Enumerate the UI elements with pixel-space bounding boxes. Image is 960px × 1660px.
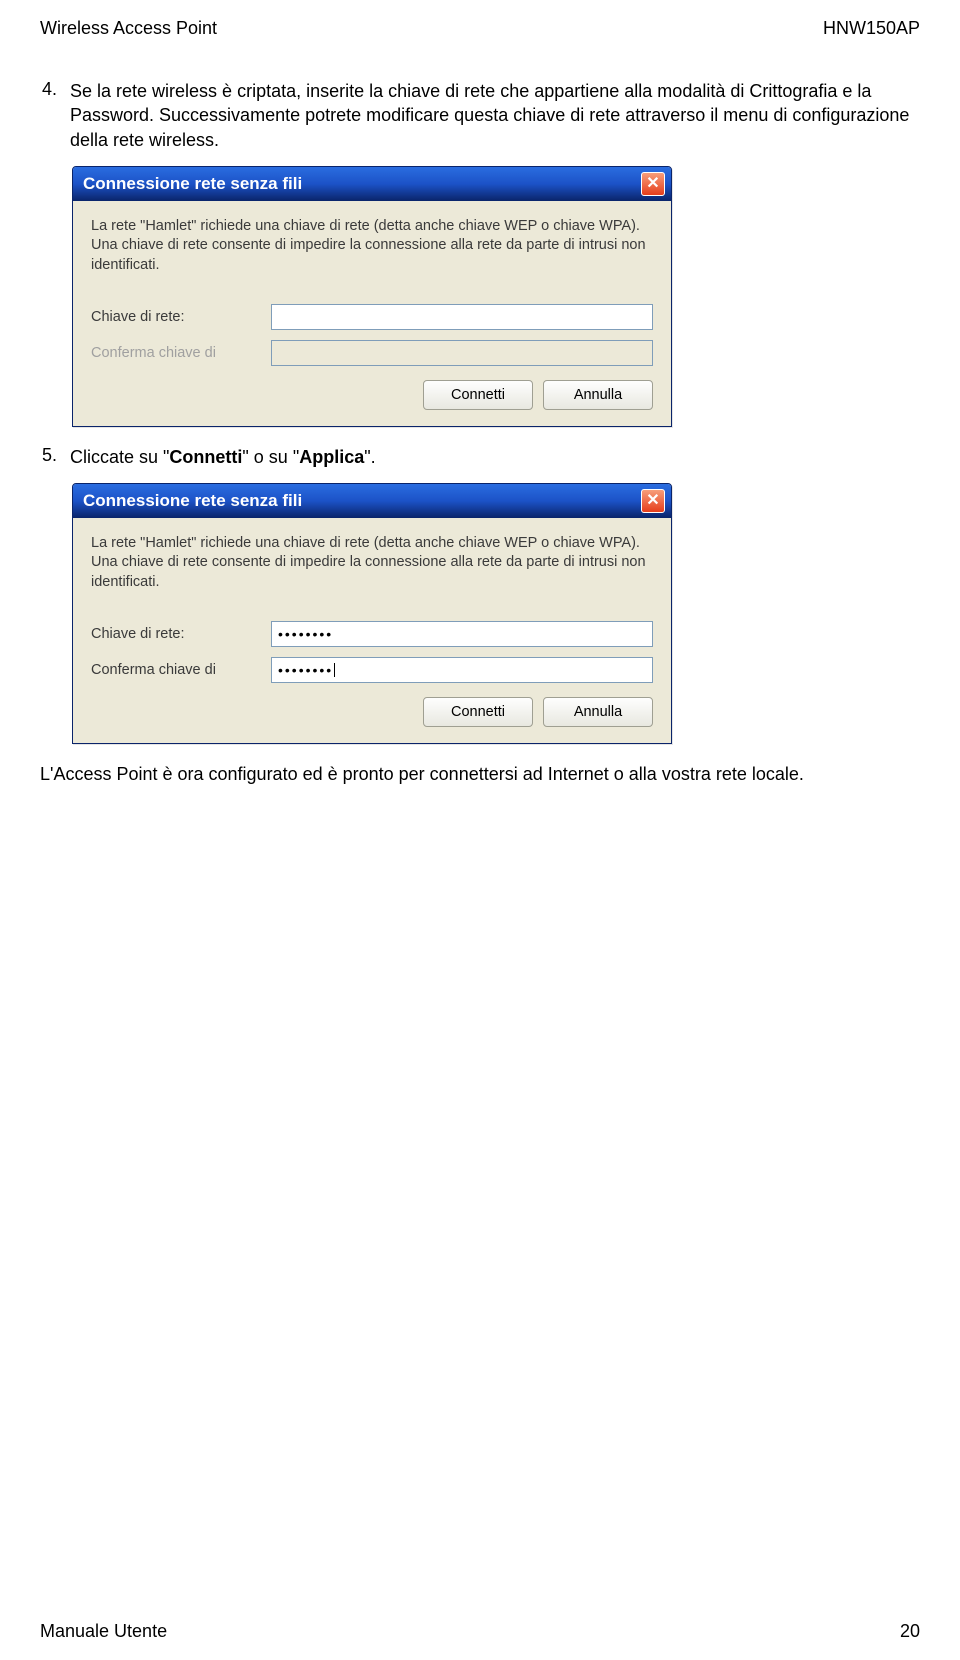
dialog-title: Connessione rete senza fili [83, 174, 302, 194]
close-button[interactable]: ✕ [641, 489, 665, 513]
step-5-number: 5. [40, 445, 70, 469]
footer-left: Manuale Utente [40, 1621, 167, 1642]
key-input[interactable] [271, 304, 653, 330]
confirm-key-input[interactable]: •••••••• [271, 657, 653, 683]
dialog-explanation: La rete "Hamlet" richiede una chiave di … [91, 217, 653, 276]
dialog-connect-filled: Connessione rete senza fili ✕ La rete "H… [72, 483, 672, 744]
close-button[interactable]: ✕ [641, 172, 665, 196]
dialog-connect-empty: Connessione rete senza fili ✕ La rete "H… [72, 166, 672, 427]
step-4: 4. Se la rete wireless è criptata, inser… [40, 79, 920, 152]
step-4-text: Se la rete wireless è criptata, inserite… [70, 79, 920, 152]
dialog-titlebar: Connessione rete senza fili ✕ [73, 167, 671, 201]
close-icon: ✕ [646, 493, 659, 509]
cancel-button[interactable]: Annulla [543, 380, 653, 410]
confirm-key-input[interactable] [271, 340, 653, 366]
dialog-body: La rete "Hamlet" richiede una chiave di … [73, 518, 671, 743]
dialog-explanation: La rete "Hamlet" richiede una chiave di … [91, 534, 653, 593]
step-4-number: 4. [40, 79, 70, 152]
key-label: Chiave di rete: [91, 626, 271, 642]
dialog-title: Connessione rete senza fili [83, 491, 302, 511]
header-right: HNW150AP [823, 18, 920, 39]
step-5-text: Cliccate su "Connetti" o su "Applica". [70, 445, 920, 469]
confirm-key-label: Conferma chiave di [91, 662, 271, 678]
connect-button[interactable]: Connetti [423, 697, 533, 727]
key-label: Chiave di rete: [91, 309, 271, 325]
dialog-body: La rete "Hamlet" richiede una chiave di … [73, 201, 671, 426]
connect-button[interactable]: Connetti [423, 380, 533, 410]
key-input[interactable]: •••••••• [271, 621, 653, 647]
closing-text: L'Access Point è ora configurato ed è pr… [40, 762, 920, 786]
page-number: 20 [900, 1621, 920, 1642]
confirm-key-label: Conferma chiave di [91, 345, 271, 361]
step-5: 5. Cliccate su "Connetti" o su "Applica"… [40, 445, 920, 469]
dialog-titlebar: Connessione rete senza fili ✕ [73, 484, 671, 518]
cancel-button[interactable]: Annulla [543, 697, 653, 727]
close-icon: ✕ [646, 176, 659, 192]
header-left: Wireless Access Point [40, 18, 217, 39]
